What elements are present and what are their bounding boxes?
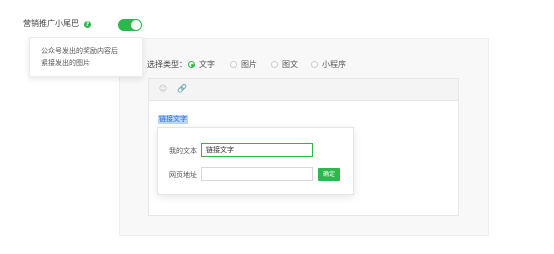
- smiley-icon[interactable]: ☺: [158, 84, 168, 94]
- help-tooltip: 公众号发出的奖励内容后 紧接发出的图片: [29, 37, 143, 77]
- tooltip-line: 紧接发出的图片: [41, 59, 90, 67]
- link-icon[interactable]: 🔗: [177, 84, 187, 94]
- radio-miniprogram[interactable]: [311, 61, 318, 68]
- type-label: 选择类型：: [147, 60, 187, 69]
- link-text-input[interactable]: 链接文字: [201, 143, 313, 157]
- option-miniprogram-label[interactable]: 小程序: [322, 60, 346, 70]
- toggle-knob: [131, 20, 141, 30]
- confirm-button[interactable]: 确定: [318, 168, 340, 181]
- link-dialog: 我的文本 链接文字 网页地址 确定: [157, 127, 354, 195]
- option-article-label[interactable]: 图文: [282, 60, 298, 70]
- radio-article[interactable]: [271, 61, 278, 68]
- editor-toolbar: ☺ 🔗: [149, 79, 458, 101]
- tooltip-line: 公众号发出的奖励内容后: [41, 47, 118, 55]
- radio-text[interactable]: [188, 61, 195, 68]
- tail-toggle[interactable]: [118, 19, 142, 31]
- setting-title: 营销推广小尾巴: [23, 19, 79, 28]
- text-field-label: 我的文本: [169, 147, 197, 155]
- selected-link-text[interactable]: 链接文字: [158, 115, 188, 124]
- url-field-label: 网页地址: [169, 171, 197, 179]
- radio-image[interactable]: [230, 61, 237, 68]
- help-icon[interactable]: ?: [84, 21, 91, 28]
- option-image-label[interactable]: 图片: [241, 60, 257, 70]
- url-input[interactable]: [201, 167, 313, 181]
- option-text-label[interactable]: 文字: [199, 60, 215, 70]
